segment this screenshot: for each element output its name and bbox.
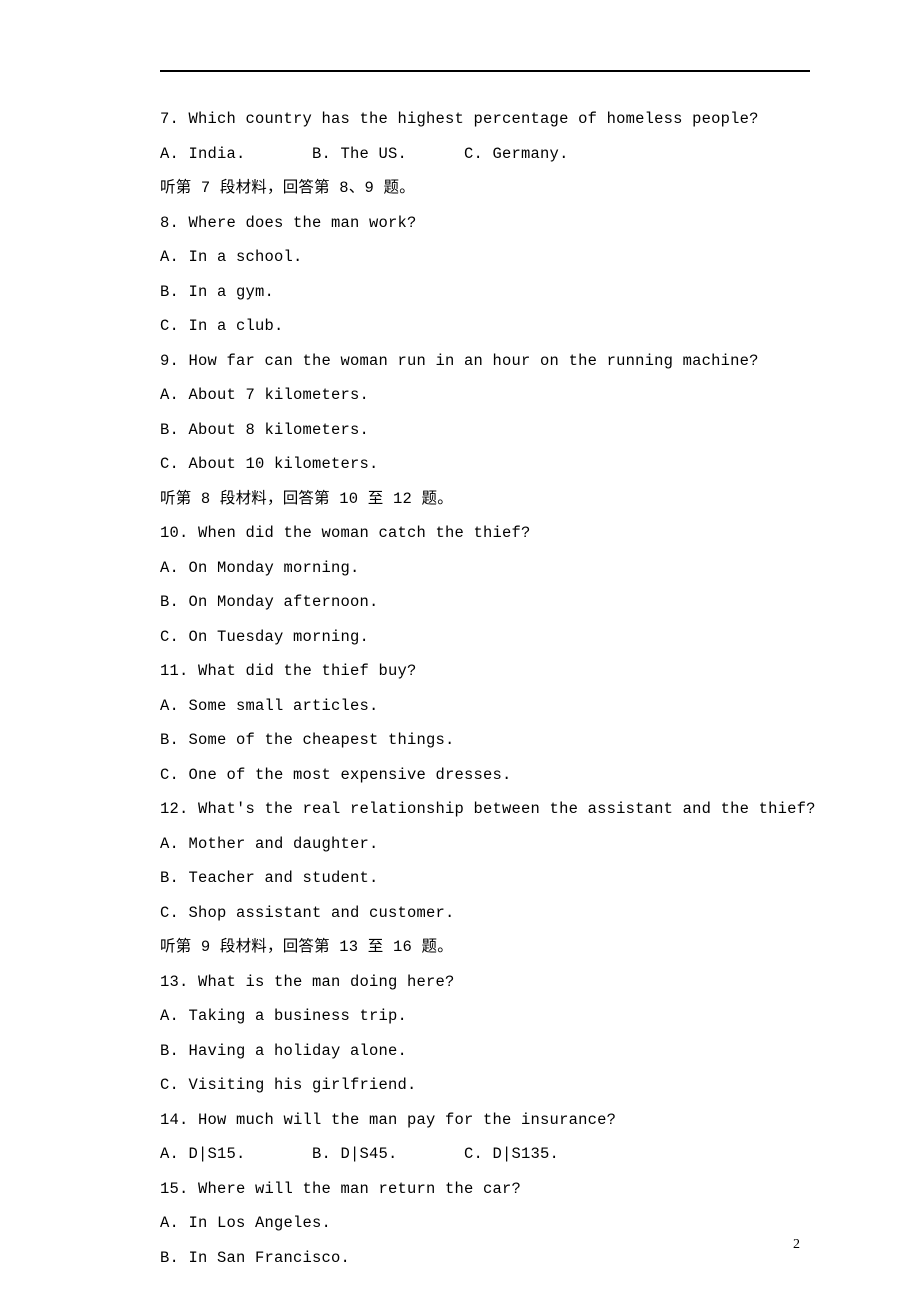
text-line: C. Visiting his girlfriend. [160, 1078, 810, 1094]
text-line: A. Taking a business trip. [160, 1009, 810, 1025]
text-line: B. Some of the cheapest things. [160, 733, 810, 749]
text-line: C. Shop assistant and customer. [160, 906, 810, 922]
text-line: 12. What's the real relationship between… [160, 802, 810, 818]
text-line: A. Some small articles. [160, 699, 810, 715]
text-line: 8. Where does the man work? [160, 216, 810, 232]
page-number: 2 [793, 1238, 800, 1252]
text-line: 11. What did the thief buy? [160, 664, 810, 680]
text-line: B. Teacher and student. [160, 871, 810, 887]
top-divider [160, 70, 810, 72]
text-line: B. In a gym. [160, 285, 810, 301]
document-page: 7. Which country has the highest percent… [0, 0, 920, 1302]
text-line: C. In a club. [160, 319, 810, 335]
text-line: A. Mother and daughter. [160, 837, 810, 853]
text-line: B. On Monday afternoon. [160, 595, 810, 611]
text-line: B. About 8 kilometers. [160, 423, 810, 439]
text-line: 9. How far can the woman run in an hour … [160, 354, 810, 370]
text-line: B. Having a holiday alone. [160, 1044, 810, 1060]
text-line: C. On Tuesday morning. [160, 630, 810, 646]
text-line: C. One of the most expensive dresses. [160, 768, 810, 784]
text-line: A. In a school. [160, 250, 810, 266]
text-line: 13. What is the man doing here? [160, 975, 810, 991]
text-line: 听第 9 段材料，回答第 13 至 16 题。 [160, 940, 810, 956]
text-line: A. D|S15. B. D|S45. C. D|S135. [160, 1147, 810, 1163]
text-line: A. On Monday morning. [160, 561, 810, 577]
text-line: 10. When did the woman catch the thief? [160, 526, 810, 542]
text-line: 听第 7 段材料，回答第 8、9 题。 [160, 181, 810, 197]
text-line: A. In Los Angeles. [160, 1216, 810, 1232]
text-line: 14. How much will the man pay for the in… [160, 1113, 810, 1129]
text-line: A. About 7 kilometers. [160, 388, 810, 404]
text-line: 听第 8 段材料，回答第 10 至 12 题。 [160, 492, 810, 508]
text-line: C. About 10 kilometers. [160, 457, 810, 473]
text-line: A. India. B. The US. C. Germany. [160, 147, 810, 163]
text-line: B. In San Francisco. [160, 1251, 810, 1267]
text-line: 7. Which country has the highest percent… [160, 112, 810, 128]
text-line: 15. Where will the man return the car? [160, 1182, 810, 1198]
